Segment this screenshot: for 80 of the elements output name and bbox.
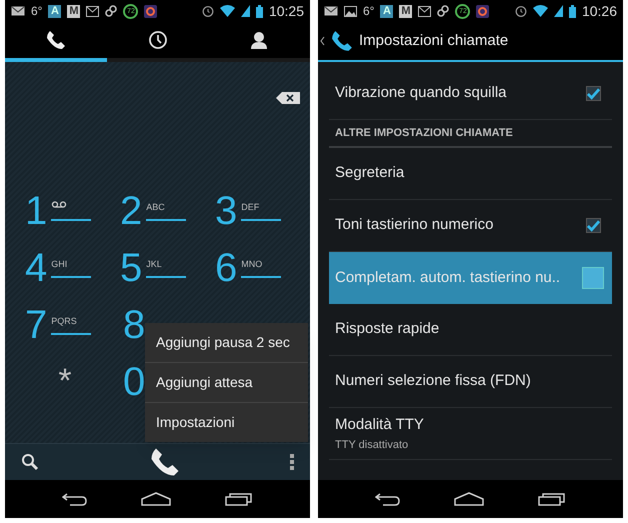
wifi-icon: [220, 5, 235, 17]
person-icon: [249, 30, 270, 50]
setting-label: Vibrazione quando squilla: [335, 83, 507, 104]
mail-icon: [324, 6, 338, 16]
app-notification-icon: A: [380, 4, 394, 18]
phone-icon: [46, 30, 66, 50]
mail-icon: [86, 6, 100, 16]
overflow-menu-icon[interactable]: [290, 454, 294, 470]
clock-icon: [148, 30, 168, 50]
recent-apps-icon[interactable]: [225, 492, 254, 506]
voicemail-icon: [51, 200, 68, 208]
app-notification-icon: A: [48, 4, 62, 18]
setting-label: Risposte rapide: [335, 319, 440, 340]
signal-icon: [240, 5, 250, 17]
dial-key[interactable]: 2: [120, 190, 142, 230]
dial-key[interactable]: 5: [120, 248, 142, 288]
check-icon: [586, 88, 600, 100]
settings-row[interactable]: Segreteria: [329, 148, 612, 200]
settings-row[interactable]: Numeri selezione fissa (FDN): [329, 356, 612, 408]
key-letters: PQRS: [51, 314, 92, 334]
setting-label: Numeri selezione fissa (FDN): [335, 371, 531, 392]
signal-icon: [554, 5, 563, 17]
search-icon[interactable]: [21, 453, 39, 471]
check-icon: [586, 220, 600, 232]
screen-title: Impostazioni chiamate: [359, 30, 508, 51]
dial-key[interactable]: 4: [25, 248, 48, 288]
dial-key[interactable]: 8: [123, 304, 146, 344]
weather-temperature: 6°: [31, 3, 42, 20]
settings-row[interactable]: Modalità TTY TTY disattivato: [329, 408, 612, 460]
dial-key[interactable]: 6: [215, 248, 238, 288]
key-letters: JKL: [146, 258, 186, 278]
home-icon[interactable]: [141, 492, 172, 506]
menu-item[interactable]: Aggiungi pausa 2 sec: [145, 323, 308, 363]
dial-key[interactable]: 7: [25, 304, 48, 344]
image-icon: [344, 6, 357, 16]
settings-row[interactable]: Risposte rapide: [329, 304, 612, 356]
back-icon[interactable]: [62, 492, 88, 506]
key-letters: MNO: [241, 258, 282, 278]
key-letters: ABC: [146, 200, 186, 220]
clock-time: 10:26: [582, 2, 617, 20]
alarm-icon: [202, 5, 214, 17]
setting-label: Completam. autom. tastierino nu..: [335, 268, 560, 288]
home-icon[interactable]: [454, 492, 484, 506]
settings-row[interactable]: Vibrazione quando squilla: [329, 68, 612, 120]
checkbox[interactable]: [582, 267, 604, 289]
back-caret-icon[interactable]: [320, 36, 325, 46]
setting-summary: TTY disattivato: [335, 438, 410, 452]
weather-temperature: 6°: [363, 3, 374, 20]
battery-icon: [568, 4, 576, 18]
checkbox[interactable]: [586, 218, 600, 233]
mail-icon: [418, 6, 432, 16]
app-notification-icon: M: [399, 4, 412, 18]
mail-icon: [11, 6, 25, 16]
clock-time: 10:25: [268, 2, 304, 20]
app-notification-icon: M: [67, 4, 80, 18]
recent-apps-icon[interactable]: [538, 492, 566, 506]
link-icon: [437, 5, 450, 17]
dial-key[interactable]: 1: [25, 190, 48, 230]
wifi-icon: [532, 5, 548, 17]
battery-icon: [256, 4, 263, 18]
menu-item[interactable]: Impostazioni: [145, 403, 308, 442]
app-icon: [476, 4, 490, 18]
key-letters: GHI: [51, 258, 92, 278]
setting-label: Segreteria: [335, 163, 404, 184]
menu-item[interactable]: Aggiungi attesa: [145, 363, 308, 403]
dial-key[interactable]: 0: [123, 362, 146, 402]
link-icon: [105, 5, 118, 17]
back-icon[interactable]: [374, 492, 401, 506]
alarm-icon: [514, 5, 527, 17]
key-letters: DEF: [241, 200, 282, 220]
dial-key[interactable]: *: [25, 356, 83, 407]
setting-label: Modalità TTY: [335, 415, 424, 435]
app-icon: [144, 4, 158, 18]
call-icon[interactable]: [148, 447, 180, 477]
section-header: ALTRE IMPOSTAZIONI CHIAMATE: [335, 126, 513, 141]
phone-icon: [331, 30, 353, 52]
checkbox[interactable]: [586, 86, 600, 101]
setting-label: Toni tastierino numerico: [335, 215, 494, 236]
dial-key[interactable]: 3: [215, 190, 238, 230]
backspace-icon[interactable]: [276, 92, 300, 104]
